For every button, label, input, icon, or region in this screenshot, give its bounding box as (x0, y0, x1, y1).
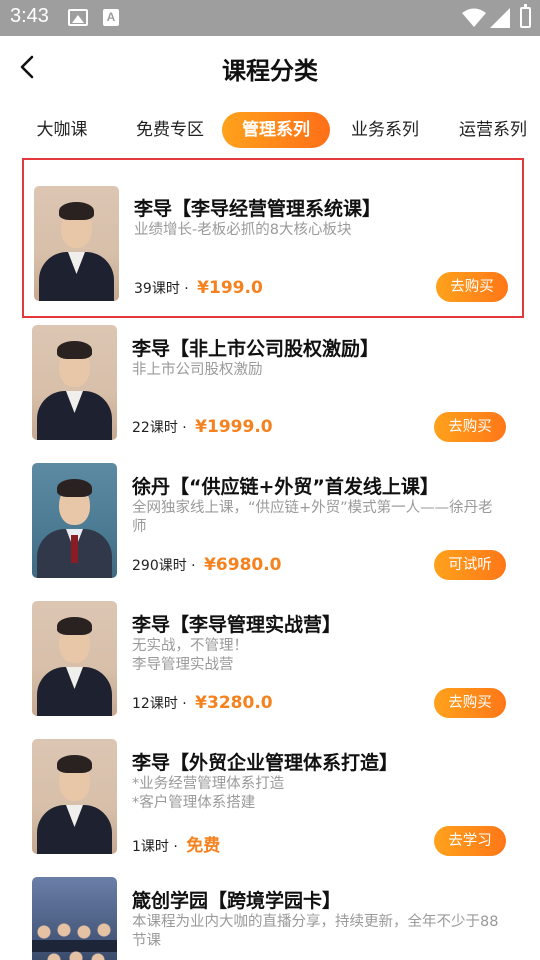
course-desc: 无实战，不管理！ 李导管理实战营 (132, 638, 248, 673)
course-title: 李导【李导管理实战营】 (132, 614, 342, 636)
course-lessons: 290课时 · (132, 558, 201, 574)
page-title: 课程分类 (222, 57, 318, 85)
course-thumbnail (32, 739, 117, 854)
course-thumbnail (34, 186, 119, 301)
course-desc: *业务经营管理体系打造 *客户管理体系搭建 (132, 776, 285, 811)
course-meta: 290课时 · ¥6980.0 (132, 555, 282, 575)
battery-icon (520, 4, 531, 28)
tab-free-zone[interactable]: 免费专区 (125, 112, 215, 148)
course-meta: 39课时 · ¥199.0 (134, 278, 263, 298)
course-item[interactable]: 李导【非上市公司股权激励】 非上市公司股权激励 22课时 · ¥1999.0 去… (22, 300, 524, 442)
course-price: ¥1999.0 (195, 417, 273, 437)
tab-operations-series[interactable]: 运营系列 (450, 112, 536, 148)
tab-management-series[interactable]: 管理系列 (222, 112, 330, 148)
course-lessons: 22课时 · (132, 420, 192, 436)
tab-business-series[interactable]: 业务系列 (342, 112, 428, 148)
course-desc: 非上市公司股权激励 (132, 362, 263, 378)
course-item[interactable]: 李导【外贸企业管理体系打造】 *业务经营管理体系打造 *客户管理体系搭建 1课时… (22, 714, 524, 856)
course-title: 李导【非上市公司股权激励】 (132, 338, 380, 360)
status-time: 3:43 (10, 5, 49, 27)
course-meta: 22课时 · ¥1999.0 (132, 417, 273, 437)
course-desc: 全网独家线上课，“供应链+外贸”模式第一人——徐丹老师 (132, 500, 493, 535)
wifi-icon (462, 8, 486, 27)
course-title: 李导【外贸企业管理体系打造】 (132, 752, 399, 774)
course-item[interactable]: 徐丹【“供应链+外贸”首发线上课】 全网独家线上课，“供应链+外贸”模式第一人—… (22, 438, 524, 580)
course-lessons: 12课时 · (132, 696, 192, 712)
a-icon: A (103, 9, 119, 26)
course-item[interactable]: 李导【李导经营管理系统课】 业绩增长-老板必抓的8大核心板块 39课时 · ¥1… (22, 158, 524, 318)
category-tabs: 大咖课 免费专区 管理系列 业务系列 运营系列 (0, 108, 540, 152)
course-price: ¥3280.0 (195, 693, 273, 713)
image-icon (68, 9, 88, 26)
course-title: 箴创学园【跨境学园卡】 (132, 890, 342, 912)
header: 课程分类 (0, 36, 540, 98)
status-bar: 3:43 A (0, 0, 540, 36)
course-thumbnail (32, 877, 117, 960)
course-desc: 本课程为业内大咖的直播分享，持续更新，全年不少于88节课 (132, 914, 499, 949)
course-thumbnail (32, 601, 117, 716)
course-item[interactable]: 箴创学园【跨境学园卡】 本课程为业内大咖的直播分享，持续更新，全年不少于88节课 (22, 852, 524, 960)
course-item[interactable]: 李导【李导管理实战营】 无实战，不管理！ 李导管理实战营 12课时 · ¥328… (22, 576, 524, 718)
course-price: ¥199.0 (197, 278, 263, 298)
course-desc: 业绩增长-老板必抓的8大核心板块 (134, 222, 352, 238)
course-price: ¥6980.0 (204, 555, 282, 575)
course-title: 李导【李导经营管理系统课】 (134, 198, 382, 220)
tab-dakake[interactable]: 大咖课 (22, 112, 102, 148)
buy-button[interactable]: 去购买 (436, 272, 508, 302)
course-title: 徐丹【“供应链+外贸”首发线上课】 (132, 476, 439, 498)
signal-icon (490, 8, 510, 28)
course-thumbnail (32, 463, 117, 578)
course-thumbnail (32, 325, 117, 440)
course-lessons: 39课时 · (134, 281, 194, 297)
course-meta: 12课时 · ¥3280.0 (132, 693, 273, 713)
